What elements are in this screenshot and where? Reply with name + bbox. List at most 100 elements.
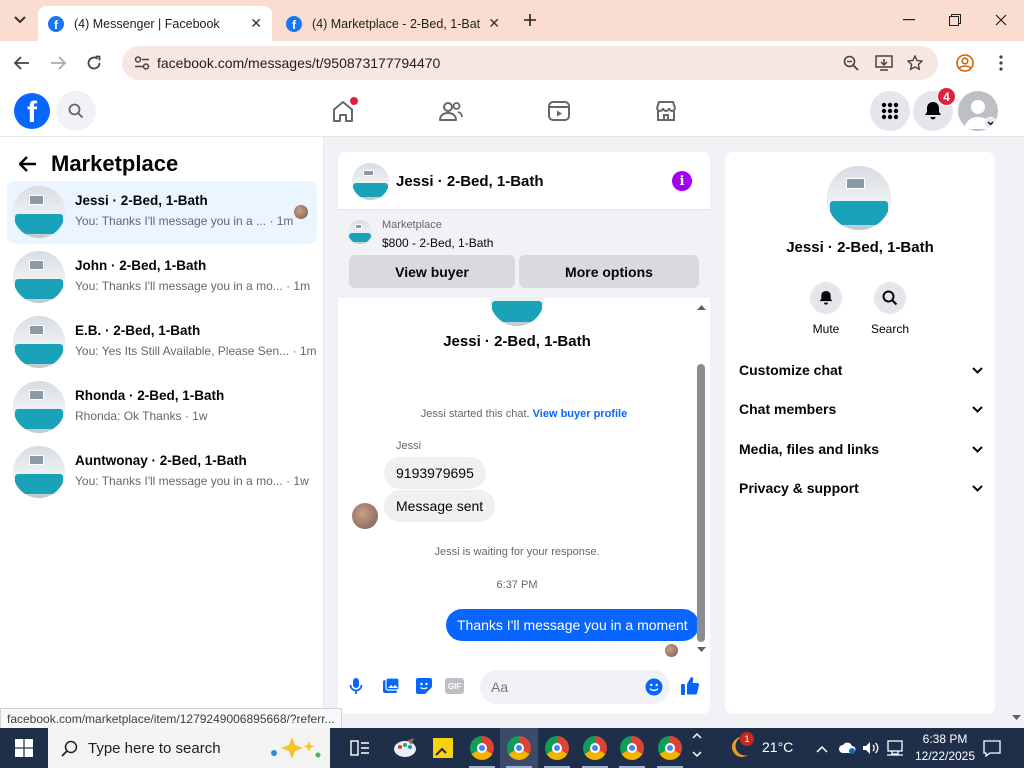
page-scroll-down-icon[interactable] xyxy=(1012,715,1021,721)
conversation-item[interactable]: Auntwonay · 2-Bed, 1-Bath You: Thanks I'… xyxy=(7,441,317,504)
sticker-button[interactable] xyxy=(415,677,433,695)
nav-marketplace[interactable] xyxy=(646,95,686,127)
listing-price[interactable]: $800 - 2-Bed, 1-Bath xyxy=(382,236,493,250)
tab-search-button[interactable] xyxy=(8,8,32,32)
search-icon xyxy=(61,740,78,757)
scrollbar[interactable] xyxy=(694,298,708,660)
browser-tab-messenger[interactable]: f (4) Messenger | Facebook ✕ xyxy=(38,6,272,41)
incoming-message[interactable]: Message sent xyxy=(384,490,496,522)
emoji-button[interactable] xyxy=(645,678,663,696)
ethernet-icon[interactable] xyxy=(886,740,904,756)
paint-app-icon xyxy=(394,738,416,757)
gif-icon: GIF xyxy=(447,681,462,691)
scroll-up-icon[interactable] xyxy=(697,304,706,310)
zoom-icon[interactable] xyxy=(843,55,859,71)
message-input[interactable] xyxy=(480,670,670,704)
chevron-down-icon xyxy=(984,117,997,130)
taskbar-app-chrome-5[interactable] xyxy=(613,728,651,768)
search-label: Search xyxy=(870,322,910,336)
like-button[interactable] xyxy=(680,676,700,696)
view-buyer-button[interactable]: View buyer xyxy=(349,255,515,288)
volume-icon[interactable] xyxy=(862,741,880,755)
profile-icon[interactable] xyxy=(956,54,974,72)
taskbar-app-chrome-4[interactable] xyxy=(576,728,614,768)
task-view-button[interactable] xyxy=(341,728,379,768)
attach-photo-button[interactable] xyxy=(382,677,400,694)
voice-clip-button[interactable] xyxy=(349,677,363,695)
incoming-message[interactable]: 9193979695 xyxy=(384,457,486,489)
scroll-down-icon[interactable] xyxy=(697,647,706,653)
tab-title: (4) Messenger | Facebook xyxy=(74,16,220,31)
nav-home[interactable] xyxy=(323,95,363,127)
chat-avatar[interactable] xyxy=(352,163,389,200)
facebook-logo[interactable]: f xyxy=(14,93,50,129)
chevron-down-icon xyxy=(972,484,983,492)
taskbar-app-paint[interactable] xyxy=(386,728,424,768)
sender-avatar[interactable] xyxy=(352,503,378,529)
chat-members-section[interactable]: Chat members xyxy=(739,397,983,421)
browser-tab-marketplace[interactable]: f (4) Marketplace - 2-Bed, 1-Bath ✕ xyxy=(276,6,510,41)
nav-friends[interactable] xyxy=(431,95,471,127)
show-hidden-icons-chevron-icon[interactable] xyxy=(816,745,828,753)
new-tab-button[interactable] xyxy=(518,8,542,32)
plus-icon xyxy=(524,14,536,26)
gif-button[interactable]: GIF xyxy=(445,678,464,694)
account-button[interactable] xyxy=(958,91,998,131)
chat-title[interactable]: Jessi · 2-Bed, 1-Bath xyxy=(396,173,544,190)
minimize-button[interactable] xyxy=(886,0,932,40)
taskbar-app-sticky-notes[interactable] xyxy=(424,728,462,768)
install-app-icon[interactable] xyxy=(875,55,893,71)
notification-center-icon[interactable] xyxy=(983,740,1001,757)
reload-button[interactable] xyxy=(82,51,106,75)
privacy-support-section[interactable]: Privacy & support xyxy=(739,476,983,500)
taskbar-app-chrome-2[interactable] xyxy=(500,728,538,768)
taskbar-app-chrome-6[interactable] xyxy=(651,728,689,768)
forward-button[interactable] xyxy=(46,51,70,75)
nav-video[interactable] xyxy=(539,95,579,127)
close-tab-icon[interactable]: ✕ xyxy=(488,15,500,32)
conversation-item[interactable]: John · 2-Bed, 1-Bath You: Thanks I'll me… xyxy=(7,246,317,309)
more-options-button[interactable]: More options xyxy=(519,255,699,288)
outgoing-message[interactable]: Thanks I'll message you in a moment xyxy=(446,609,699,641)
conversation-item[interactable]: Rhonda · 2-Bed, 1-Bath Rhonda: Ok Thanks… xyxy=(7,376,317,439)
chevron-down-icon xyxy=(972,445,983,453)
menu-button[interactable] xyxy=(870,91,910,131)
restore-button[interactable] xyxy=(932,0,978,40)
weather-temperature[interactable]: 21°C xyxy=(762,739,793,755)
taskbar-scroll[interactable] xyxy=(692,732,704,764)
facebook-header: f 4 xyxy=(0,85,1024,137)
taskbar-clock[interactable]: 6:38 PM 12/22/2025 xyxy=(912,731,978,765)
back-button[interactable] xyxy=(10,51,34,75)
network-cloud-icon[interactable] xyxy=(838,741,856,755)
browser-menu-icon[interactable] xyxy=(999,55,1003,71)
details-avatar[interactable] xyxy=(827,166,891,230)
conversation-item[interactable]: Jessi · 2-Bed, 1-Bath You: Thanks I'll m… xyxy=(7,181,317,244)
message-thread[interactable]: Jessi · 2-Bed, 1-Bath Jessi started this… xyxy=(338,298,710,660)
media-files-links-section[interactable]: Media, files and links xyxy=(739,437,983,461)
close-window-button[interactable] xyxy=(978,0,1024,40)
taskbar-app-chrome-3[interactable] xyxy=(538,728,576,768)
search-in-chat-button[interactable]: Search xyxy=(860,282,920,336)
mute-button[interactable]: Mute xyxy=(796,282,856,336)
windows-taskbar: Type here to search 1 21°C 6:38 PM 12/22… xyxy=(0,728,1024,768)
bookmark-star-icon[interactable] xyxy=(907,55,923,71)
info-icon[interactable]: i xyxy=(672,171,692,191)
search-button[interactable] xyxy=(56,91,96,131)
conversation-item[interactable]: E.B. · 2-Bed, 1-Bath You: Yes Its Still … xyxy=(7,311,317,374)
weather-widget[interactable]: 1 xyxy=(728,732,756,763)
close-tab-icon[interactable]: ✕ xyxy=(250,15,262,32)
scrollbar-thumb[interactable] xyxy=(697,364,705,642)
back-button[interactable] xyxy=(16,152,40,176)
site-settings-icon[interactable] xyxy=(134,56,150,70)
taskbar-app-chrome-1[interactable] xyxy=(463,728,501,768)
start-button[interactable] xyxy=(5,728,43,768)
sticky-notes-icon xyxy=(433,738,453,758)
conversation-name: E.B. · 2-Bed, 1-Bath xyxy=(75,323,201,338)
view-buyer-profile-link[interactable]: View buyer profile xyxy=(533,408,628,420)
notifications-button[interactable]: 4 xyxy=(913,87,956,131)
url-text[interactable]: facebook.com/messages/t/950873177794470 xyxy=(157,55,440,71)
search-highlight-sparkle-icon xyxy=(271,737,321,759)
taskbar-search-box[interactable]: Type here to search xyxy=(48,728,330,768)
address-bar[interactable]: facebook.com/messages/t/950873177794470 xyxy=(122,46,938,80)
customize-chat-section[interactable]: Customize chat xyxy=(739,358,983,382)
